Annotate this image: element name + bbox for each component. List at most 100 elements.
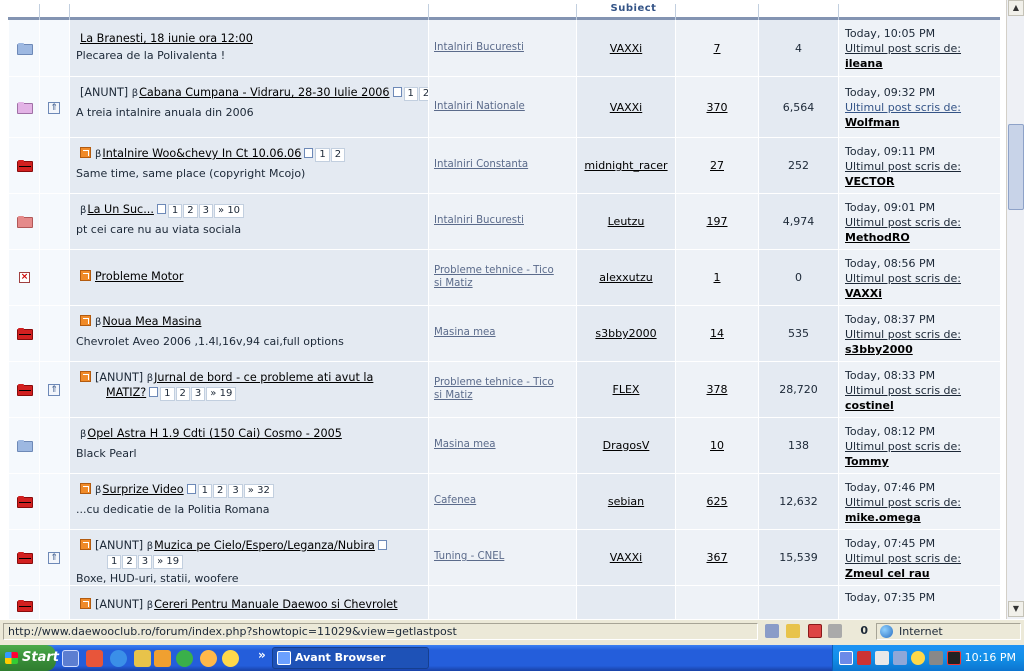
page-link[interactable]: 3 [190, 387, 206, 401]
forum-link-cont[interactable]: si Matiz [434, 278, 473, 289]
page-link[interactable]: 3 [228, 484, 243, 498]
page-link[interactable]: 1 [403, 87, 418, 101]
download-icon[interactable] [786, 624, 800, 638]
popup-blocker-icon[interactable] [765, 624, 779, 638]
messenger-icon[interactable] [200, 650, 217, 667]
topic-title-link[interactable]: Muzica pe Cielo/Espero/Leganza/Nubira [154, 539, 375, 552]
tray-antivirus-icon[interactable] [857, 651, 871, 665]
scroll-up-arrow-icon[interactable]: ▲ [1008, 0, 1024, 16]
last-post-user[interactable]: Tommy [845, 454, 961, 469]
last-post-label[interactable]: Ultimul post scris de: [845, 551, 961, 566]
page-link[interactable]: » 19 [206, 387, 237, 401]
header-subject[interactable]: Subiect [585, 3, 682, 14]
page-link[interactable]: 1 [197, 484, 213, 498]
page-link[interactable]: 3 [198, 204, 214, 218]
topic-title-link[interactable]: Noua Mea Masina [102, 315, 201, 328]
topic-title-link[interactable]: Probleme Motor [95, 270, 184, 283]
topic-title-link[interactable]: Cereri Pentru Manuale Daewoo si Chevrole… [154, 598, 397, 611]
topic-replies-link[interactable]: 378 [676, 383, 758, 396]
page-link[interactable]: 1 [107, 555, 122, 569]
tray-shield-icon[interactable] [947, 651, 961, 665]
rss-icon[interactable] [80, 270, 91, 281]
page-link[interactable]: 1 [160, 387, 175, 401]
topic-author-link[interactable]: sebian [577, 495, 675, 508]
tray-k-icon[interactable] [875, 651, 889, 665]
last-post-label[interactable]: Ultimul post scris de: [845, 271, 961, 286]
tray-browser-icon[interactable] [839, 651, 853, 665]
rss-icon[interactable] [80, 371, 91, 382]
tool-icon[interactable] [154, 650, 171, 667]
page-link[interactable]: » 10 [214, 204, 245, 218]
last-post-user[interactable]: costinel [845, 398, 961, 413]
last-post-user[interactable]: ileana [845, 56, 961, 71]
topic-replies-link[interactable]: 1 [676, 271, 758, 284]
forum-link[interactable]: Intalniri Bucuresti [434, 215, 524, 226]
page-link[interactable]: 3 [137, 555, 153, 569]
topic-replies-link[interactable]: 10 [676, 439, 758, 452]
topic-author-link[interactable]: alexxutzu [577, 271, 675, 284]
smiley-icon[interactable] [222, 650, 239, 667]
forum-link[interactable]: Probleme tehnice - Tico [434, 377, 554, 388]
page-link[interactable]: 2 [175, 387, 190, 401]
forum-link[interactable]: Intalniri Constanta [434, 159, 528, 170]
last-post-label[interactable]: Ultimul post scris de: [845, 159, 961, 174]
forum-link[interactable]: Intalniri Bucuresti [434, 42, 524, 53]
topic-title-link[interactable]: Intalnire Woo&chevy In Ct 10.06.06 [102, 147, 301, 160]
forum-link[interactable]: Masina mea [434, 327, 496, 338]
folder-icon[interactable] [134, 650, 151, 667]
topic-replies-link[interactable]: 27 [676, 159, 758, 172]
page-link[interactable]: » 32 [243, 484, 274, 498]
topic-title-tail[interactable]: - ce probleme ati avut la [233, 371, 373, 384]
last-post-label[interactable]: Ultimul post scris de: [845, 439, 961, 454]
last-post-user[interactable]: Wolfman [845, 115, 961, 130]
forum-link[interactable]: Masina mea [434, 439, 496, 450]
tray-volume-icon[interactable] [929, 651, 943, 665]
forum-link[interactable]: Probleme tehnice - Tico [434, 265, 554, 276]
last-post-label[interactable]: Ultimul post scris de: [845, 100, 961, 115]
topic-title-link[interactable]: Jurnal de bord [154, 371, 232, 384]
page-link[interactable]: 2 [330, 148, 346, 162]
browser-quicklaunch-icon[interactable] [62, 650, 79, 667]
topic-author-link[interactable]: FLEX [577, 383, 675, 396]
page-link[interactable]: 2 [213, 484, 228, 498]
topic-author-link[interactable]: VAXXi [577, 551, 675, 564]
rss-icon[interactable] [80, 483, 91, 494]
topic-title-link[interactable]: La Un Suc... [87, 203, 154, 216]
flash-block-icon[interactable] [808, 624, 822, 638]
topic-author-link[interactable]: VAXXi [577, 42, 675, 55]
mail-icon[interactable] [86, 650, 103, 667]
security-icon[interactable] [828, 624, 842, 638]
topic-title-link[interactable]: La Branesti, 18 iunie ora 12:00 [80, 32, 253, 45]
quicklaunch-more-icon[interactable]: » [258, 648, 266, 662]
page-link[interactable]: » 19 [153, 555, 184, 569]
last-post-label[interactable]: Ultimul post scris de: [845, 41, 961, 56]
start-button[interactable]: Start [0, 645, 59, 671]
forum-link[interactable]: Intalniri Nationale [434, 101, 525, 112]
internet-explorer-icon[interactable] [110, 650, 127, 667]
forum-link[interactable]: Cafenea [434, 495, 476, 506]
page-link[interactable]: 1 [315, 148, 330, 162]
rss-icon[interactable] [80, 598, 91, 609]
rss-icon[interactable] [80, 147, 91, 158]
topic-replies-link[interactable]: 370 [676, 101, 758, 114]
forum-link[interactable]: Tuning - CNEL [434, 551, 504, 562]
scroll-down-arrow-icon[interactable]: ▼ [1008, 601, 1024, 617]
forum-link-cont[interactable]: si Matiz [434, 390, 473, 401]
tray-smiley-icon[interactable] [911, 651, 925, 665]
last-post-user[interactable]: s3bby2000 [845, 342, 961, 357]
topic-author-link[interactable]: midnight_racer [577, 159, 675, 172]
last-post-label[interactable]: Ultimul post scris de: [845, 383, 961, 398]
last-post-label[interactable]: Ultimul post scris de: [845, 495, 961, 510]
taskbar-window-avant[interactable]: Avant Browser [272, 647, 429, 669]
last-post-user[interactable]: Zmeul cel rau [845, 566, 961, 581]
topic-author-link[interactable]: DragosV [577, 439, 675, 452]
last-post-user[interactable]: mike.omega [845, 510, 961, 525]
topic-replies-link[interactable]: 7 [676, 42, 758, 55]
topic-replies-link[interactable]: 197 [676, 215, 758, 228]
page-link[interactable]: 1 [167, 204, 183, 218]
topic-replies-link[interactable]: 367 [676, 551, 758, 564]
last-post-user[interactable]: VAXXi [845, 286, 961, 301]
topic-title-link[interactable]: Cabana Cumpana - Vidraru, 28-30 Iulie 20… [139, 86, 389, 99]
scroll-thumb[interactable] [1008, 124, 1024, 210]
topic-replies-link[interactable]: 14 [676, 327, 758, 340]
